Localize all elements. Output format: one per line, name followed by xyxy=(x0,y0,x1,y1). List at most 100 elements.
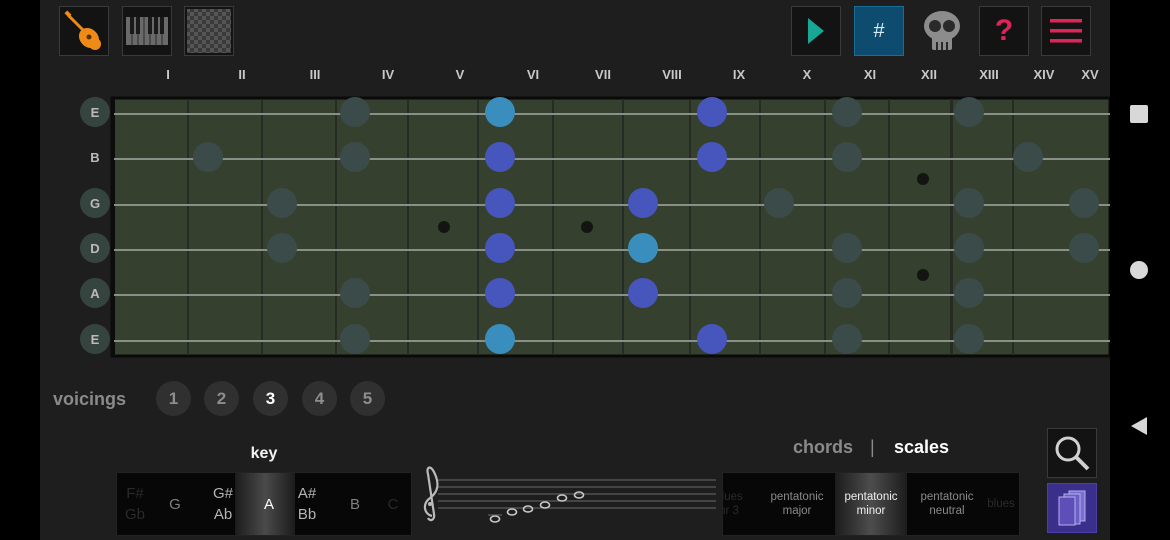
scale-option-line2: major xyxy=(782,505,812,517)
scale-note-dim xyxy=(1069,188,1099,218)
book-stack-icon xyxy=(1058,490,1086,526)
fret-inlay-dot xyxy=(438,221,450,233)
key-option[interactable]: G xyxy=(157,473,193,535)
key-option[interactable]: B xyxy=(337,473,373,535)
scale-note-active xyxy=(628,278,658,308)
fret-numeral: XI xyxy=(863,67,877,82)
scale-option[interactable]: pentatonic neutral xyxy=(909,473,985,535)
piano-icon xyxy=(126,17,168,45)
scale-note-active xyxy=(485,188,515,218)
key-option-sharp: A# xyxy=(297,485,317,502)
voicing-option[interactable]: 4 xyxy=(302,381,337,416)
scale-option-line1: pentatonic xyxy=(920,491,974,503)
tab-scales[interactable]: scales xyxy=(894,437,949,458)
scale-note-active xyxy=(485,142,515,172)
key-option-sharp: G# xyxy=(212,485,233,502)
scale-note-dim xyxy=(193,142,223,172)
recents-square-icon[interactable] xyxy=(1130,105,1148,123)
scale-option-line1: blues xyxy=(723,491,743,503)
menu-button[interactable] xyxy=(1041,6,1091,56)
key-option[interactable]: C xyxy=(375,473,411,535)
scale-note-dim xyxy=(832,324,862,354)
scale-note-dim xyxy=(832,278,862,308)
back-triangle-icon[interactable] xyxy=(1129,415,1149,437)
system-nav-bar xyxy=(1110,0,1170,540)
sharp-toggle-button[interactable]: # xyxy=(854,6,904,56)
scale-note-dim xyxy=(267,188,297,218)
voicing-option[interactable]: 3 xyxy=(253,381,288,416)
play-icon xyxy=(808,18,824,44)
scale-note-dim xyxy=(340,324,370,354)
string-label: E xyxy=(80,97,110,127)
string-label: D xyxy=(80,233,110,263)
fret-numeral: VI xyxy=(526,67,540,82)
scale-option-line2: minor xyxy=(856,505,886,517)
scale-option[interactable]: pentatonic major xyxy=(759,473,835,535)
scale-note-root xyxy=(485,324,515,354)
skull-icon xyxy=(924,11,960,50)
scale-wheel[interactable]: bluesnr 3pentatonicmajorpentatonicminorp… xyxy=(722,472,1020,536)
key-option-sharp: G xyxy=(169,495,181,513)
key-wheel[interactable]: F# Gb G G# Ab A A# Bb B C xyxy=(116,472,412,536)
scale-option[interactable]: blues nr 3 xyxy=(723,473,749,535)
scale-note-dim xyxy=(832,97,862,127)
voicing-option[interactable]: 1 xyxy=(156,381,191,416)
scale-note-dim xyxy=(954,324,984,354)
string-label: G xyxy=(80,188,110,218)
fret-numeral: II xyxy=(238,67,246,82)
fret-numeral: XIII xyxy=(979,67,999,82)
fret-numeral: V xyxy=(455,67,465,82)
voicing-option[interactable]: 5 xyxy=(350,381,385,416)
tab-chords[interactable]: chords xyxy=(793,437,853,458)
scale-note-active xyxy=(485,233,515,263)
key-label: key xyxy=(250,445,278,462)
key-option[interactable]: F# Gb xyxy=(117,473,153,535)
scale-option[interactable]: pentatonic minor xyxy=(835,473,907,535)
fret-numeral: XII xyxy=(921,67,937,82)
scale-option-line2: neutral xyxy=(929,505,965,517)
library-button[interactable] xyxy=(1047,483,1097,533)
scale-note-active xyxy=(485,278,515,308)
scale-note-dim xyxy=(267,233,297,263)
scale-note-dim xyxy=(340,278,370,308)
piano-instrument-button[interactable] xyxy=(122,6,172,56)
home-circle-icon[interactable] xyxy=(1130,261,1148,279)
key-option[interactable]: G# Ab xyxy=(205,473,241,535)
scale-note-dim xyxy=(764,188,794,218)
play-button[interactable] xyxy=(791,6,841,56)
scale-note-dim xyxy=(954,233,984,263)
scale-note-dim xyxy=(1069,233,1099,263)
voicing-option[interactable]: 2 xyxy=(204,381,239,416)
nut xyxy=(111,98,115,356)
fretboard[interactable] xyxy=(110,95,1110,360)
key-option-flat: Bb xyxy=(297,506,317,523)
key-option[interactable]: A xyxy=(251,473,287,535)
scale-note-dim xyxy=(954,97,984,127)
help-button[interactable]: ? xyxy=(979,6,1029,56)
app-screen: # ? I II III IV V VI VII VIII IX X XI XII XIII XIV XV … xyxy=(40,0,1110,540)
key-option[interactable]: A# Bb xyxy=(289,473,325,535)
scale-option[interactable]: blues xyxy=(981,473,1019,535)
fret-inlay-dot xyxy=(917,173,929,185)
search-button[interactable] xyxy=(1047,428,1097,478)
scale-note-dim xyxy=(954,278,984,308)
fret-numeral: XIV xyxy=(1033,67,1055,82)
scale-option-line1: blues xyxy=(987,498,1015,510)
treble-clef-icon xyxy=(423,466,439,522)
skull-button[interactable] xyxy=(919,8,965,54)
scale-option-line1: pentatonic xyxy=(844,491,898,503)
key-option-flat: Ab xyxy=(213,506,233,523)
fret-numeral: III xyxy=(309,67,321,82)
key-option-sharp: A xyxy=(263,495,274,513)
tab-separator: | xyxy=(870,437,875,457)
scale-note-dim xyxy=(832,142,862,172)
string-label: B xyxy=(90,149,100,165)
fret-inlay-dot xyxy=(917,269,929,281)
guitar-icon xyxy=(64,10,101,50)
scale-note-dim xyxy=(832,233,862,263)
scale-note-dim xyxy=(340,142,370,172)
grid-view-button[interactable] xyxy=(184,6,234,56)
guitar-instrument-button[interactable] xyxy=(59,6,109,56)
scale-note-active xyxy=(628,188,658,218)
fret-numeral: I xyxy=(166,67,170,82)
